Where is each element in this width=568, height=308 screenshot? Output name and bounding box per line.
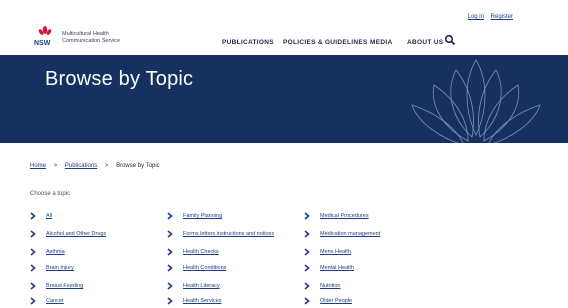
login-link[interactable]: Log in — [468, 14, 484, 20]
topic-link[interactable]: Health Checks — [183, 249, 219, 259]
breadcrumb-separator: > — [53, 163, 58, 169]
page-title: Browse by Topic — [45, 68, 194, 90]
topic-link[interactable]: Cancer — [46, 298, 64, 308]
chevron-right-icon — [167, 248, 173, 256]
chevron-right-icon — [167, 212, 173, 220]
chevron-right-icon — [167, 230, 173, 238]
topic-link[interactable]: Older People — [320, 298, 352, 308]
nav-about-us[interactable]: ABOUT US — [407, 39, 443, 46]
topic-link[interactable]: Forms letters instructions and notices — [183, 231, 274, 241]
waratah-outline-icon — [411, 59, 541, 143]
chevron-right-icon — [30, 230, 36, 238]
topic-link[interactable]: Mens Health — [320, 249, 351, 259]
nav-publications[interactable]: PUBLICATIONS — [222, 39, 274, 46]
topic-link[interactable]: All — [46, 213, 52, 223]
chevron-right-icon — [30, 282, 36, 290]
account-links: Log in Register — [463, 14, 513, 20]
breadcrumb-publications[interactable]: Publications — [65, 163, 97, 169]
topic-link[interactable]: Alcohol and Other Drugs — [46, 231, 106, 241]
register-link[interactable]: Register — [491, 14, 513, 20]
chevron-right-icon — [167, 282, 173, 290]
search-icon[interactable] — [444, 34, 456, 46]
chevron-right-icon — [30, 248, 36, 256]
site-logo[interactable]: NSW Multicultural Health Communication S… — [34, 25, 154, 47]
chevron-right-icon — [167, 264, 173, 272]
topic-link[interactable]: Mental Health — [320, 265, 354, 275]
chevron-right-icon — [30, 212, 36, 220]
chevron-right-icon — [304, 282, 310, 290]
topic-link[interactable]: Medical Procedures — [320, 213, 369, 223]
chevron-right-icon — [30, 297, 36, 305]
chevron-right-icon — [304, 230, 310, 238]
topic-link[interactable]: Asthma — [46, 249, 65, 259]
breadcrumb-separator: > — [104, 163, 109, 169]
breadcrumb: Home > Publications > Browse by Topic — [30, 163, 160, 169]
topic-link[interactable]: Health Conditions — [183, 265, 226, 275]
breadcrumb-home[interactable]: Home — [30, 163, 46, 169]
chevron-right-icon — [30, 264, 36, 272]
nsw-badge: NSW — [34, 40, 51, 47]
chevron-right-icon — [304, 248, 310, 256]
breadcrumb-current: Browse by Topic — [116, 163, 160, 169]
topic-link[interactable]: Health Services — [183, 298, 222, 308]
topic-link[interactable]: Health Literacy — [183, 283, 220, 293]
chevron-right-icon — [167, 297, 173, 305]
nav-policies-guidelines[interactable]: POLICIES & GUIDELINES — [283, 39, 368, 46]
topic-link[interactable]: Brain Injury — [46, 265, 74, 275]
logo-line-2: Communication Service — [62, 37, 121, 44]
topic-link[interactable]: Medication management — [320, 231, 380, 241]
choose-topic-label: Choose a topic — [30, 191, 71, 197]
chevron-right-icon — [304, 264, 310, 272]
hero-banner: Browse by Topic — [0, 55, 568, 143]
topic-link[interactable]: Nutrition — [320, 283, 340, 293]
topic-link[interactable]: Breast Feeding — [46, 283, 83, 293]
chevron-right-icon — [304, 212, 310, 220]
nav-media[interactable]: MEDIA — [370, 39, 392, 46]
chevron-right-icon — [304, 297, 310, 305]
topic-link[interactable]: Family Planning — [183, 213, 222, 223]
nsw-waratah-logo-icon: NSW — [34, 26, 52, 47]
